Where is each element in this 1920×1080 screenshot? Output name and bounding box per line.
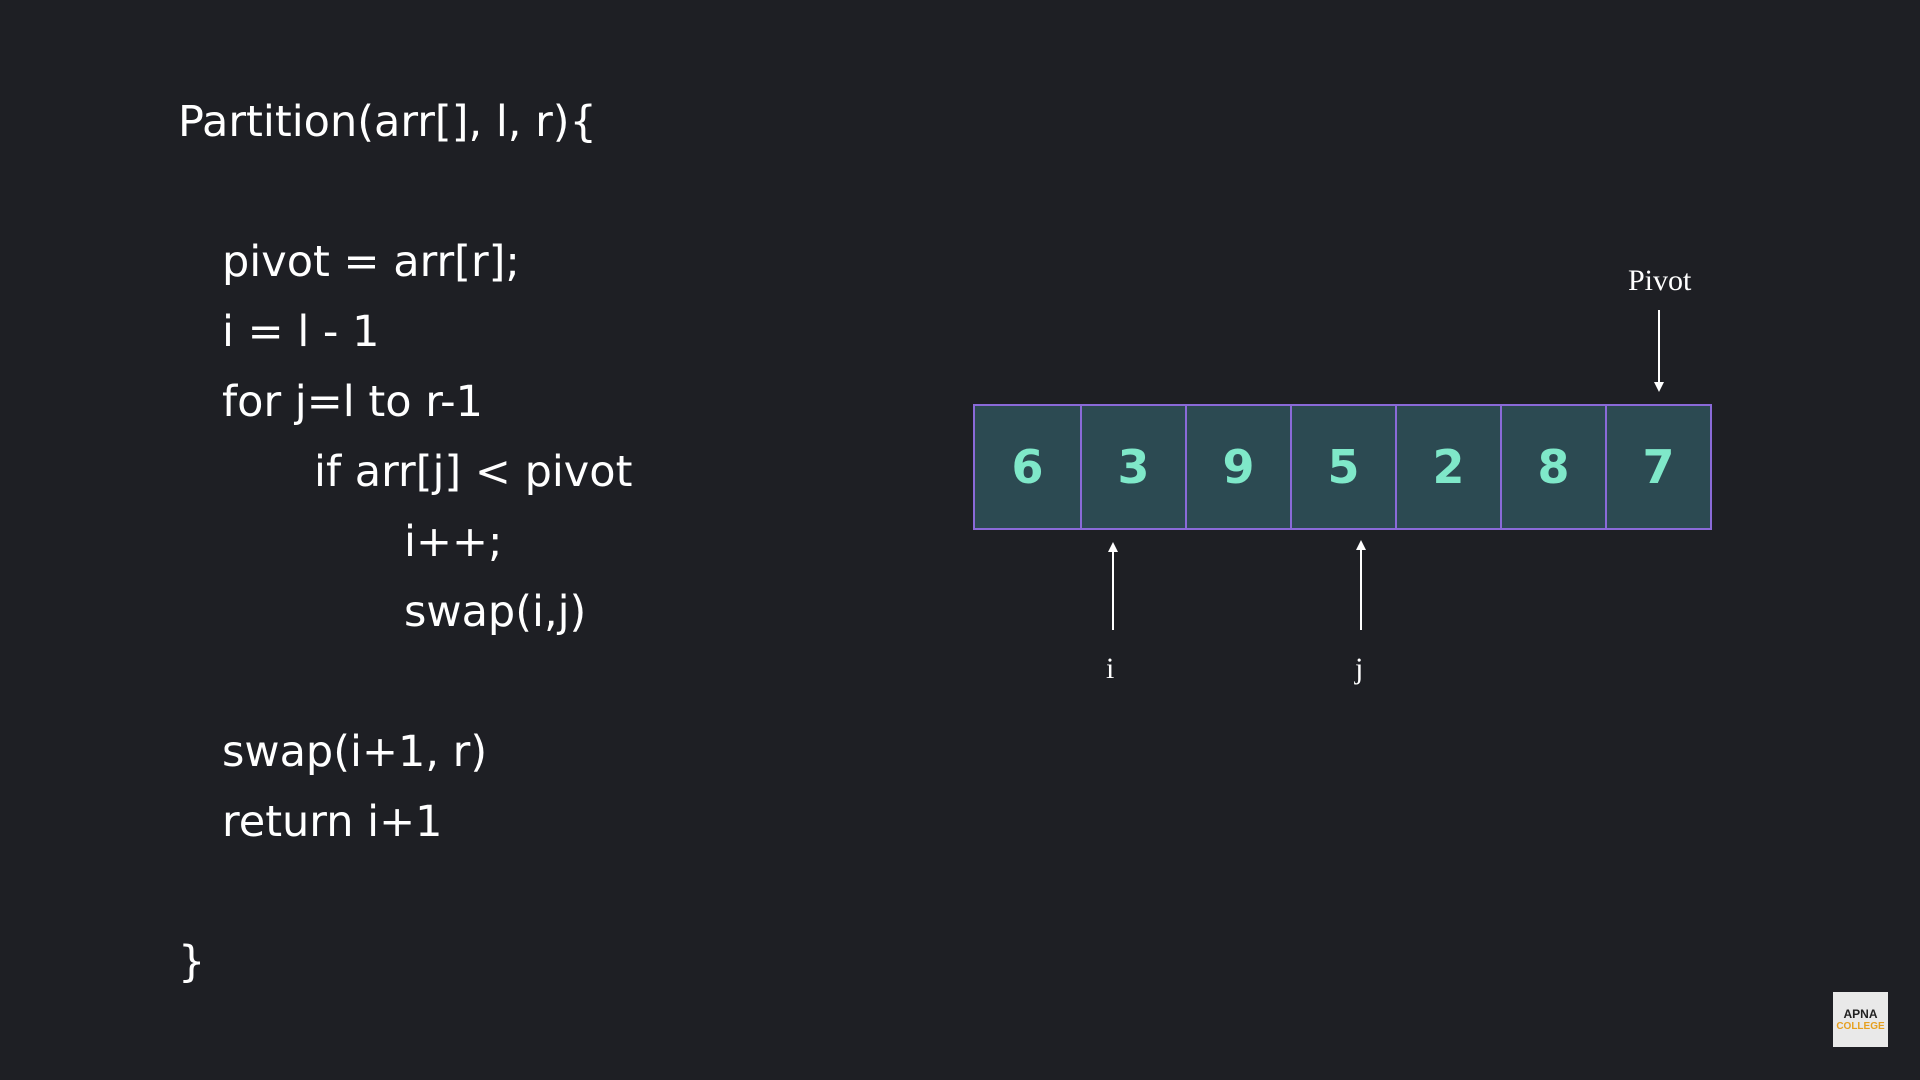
logo-line-2: COLLEGE bbox=[1836, 1020, 1885, 1032]
pivot-arrow-icon bbox=[1654, 310, 1664, 392]
i-arrow-icon bbox=[1108, 542, 1118, 630]
j-arrow-icon bbox=[1356, 540, 1366, 630]
pivot-label: Pivot bbox=[1628, 264, 1692, 297]
pointer-arrows bbox=[1108, 310, 1664, 630]
j-label: j bbox=[1355, 652, 1364, 685]
apna-college-logo: APNA COLLEGE bbox=[1833, 992, 1888, 1047]
logo-line-1: APNA bbox=[1843, 1006, 1878, 1021]
i-label: i bbox=[1106, 652, 1115, 685]
